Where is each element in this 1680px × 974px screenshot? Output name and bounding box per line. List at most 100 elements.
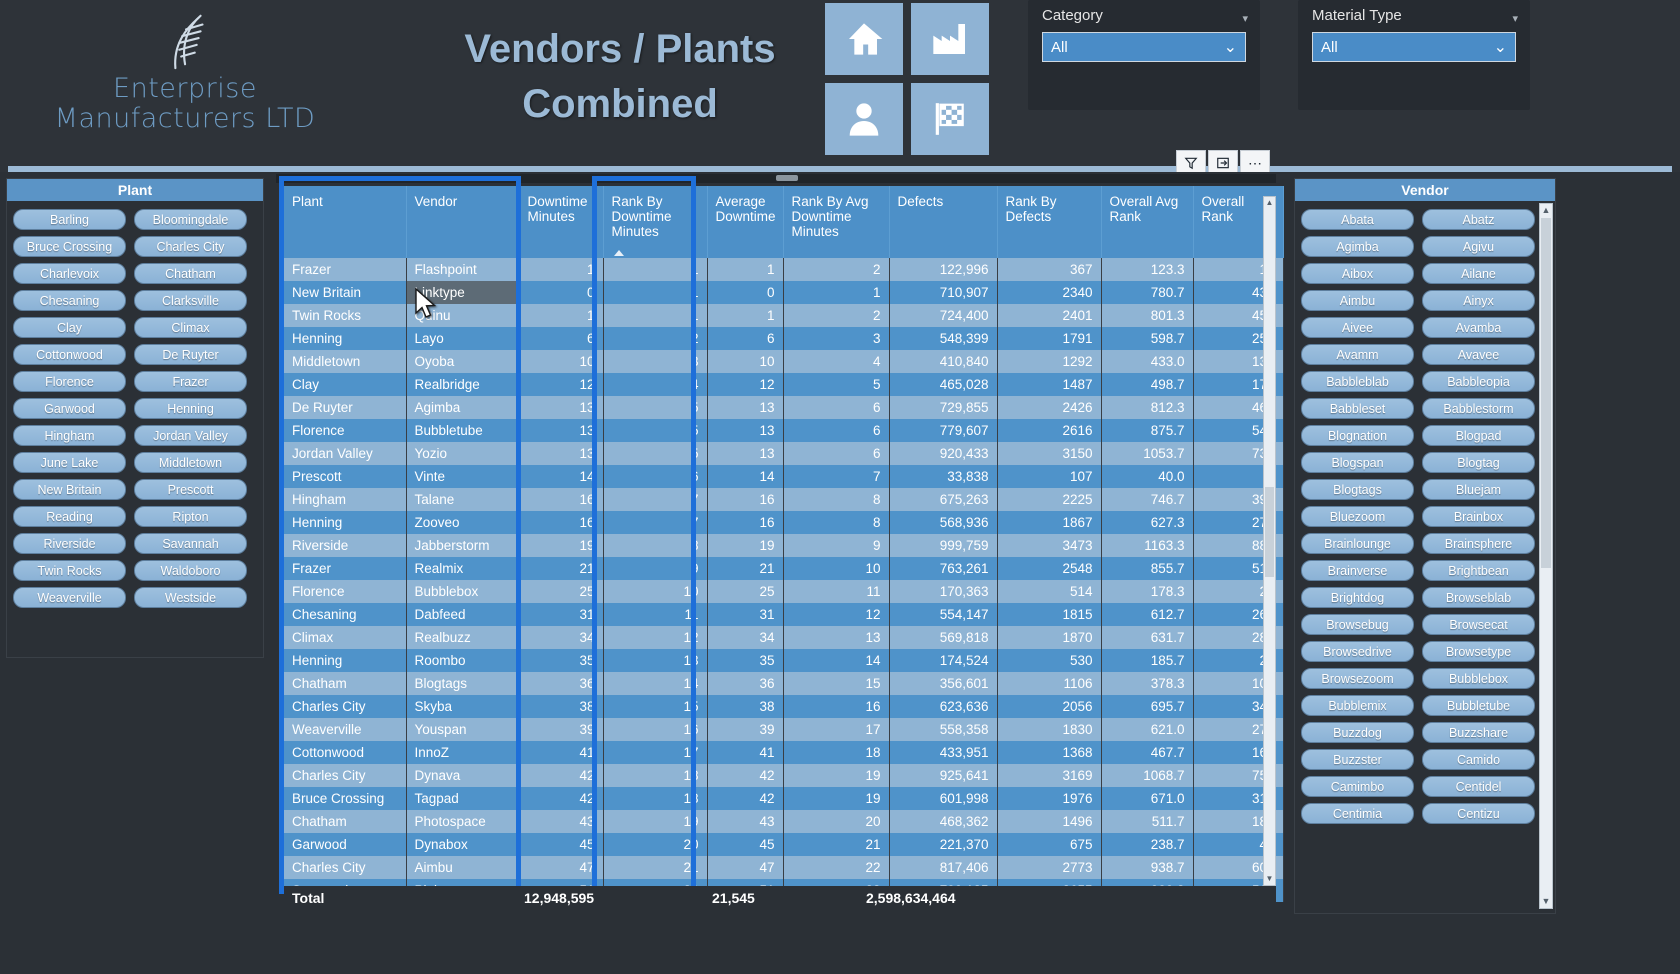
plant-chip[interactable]: Henning [134, 398, 247, 419]
vendor-chip[interactable]: Bluejam [1422, 479, 1535, 500]
table-column-header[interactable]: Rank By Defects [997, 186, 1102, 258]
plant-chip[interactable]: Twin Rocks [13, 560, 126, 581]
vendor-chip[interactable]: Camimbo [1301, 776, 1414, 797]
vendor-chip[interactable]: Bubbletube [1422, 695, 1535, 716]
plant-chip[interactable]: Charlevoix [13, 263, 126, 284]
table-row[interactable]: Charles City Aimbu 47 21 47 22 817,406 2773 938.… [284, 856, 1284, 879]
table-row[interactable]: GarwoodDynabox45204521221,370675238.742 [284, 833, 1284, 856]
table-column-header[interactable]: Rank By Avg Downtime Minutes [783, 186, 890, 258]
vendor-chip[interactable]: Agimba [1301, 236, 1414, 257]
vendor-chip[interactable]: Blogspan [1301, 452, 1414, 473]
vendor-chip[interactable]: Agivu [1422, 236, 1535, 257]
nav-vendors-button[interactable] [824, 82, 904, 156]
table-row[interactable]: ClimaxRealbuzz34123413569,8181870631.728… [284, 626, 1284, 649]
vendor-chip[interactable]: Bubblemix [1301, 695, 1414, 716]
vendor-chip[interactable]: Aibox [1301, 263, 1414, 284]
vendor-chip[interactable]: Centimia [1301, 803, 1414, 824]
vendor-chip[interactable]: Ainyx [1422, 290, 1535, 311]
plant-chip[interactable]: June Lake [13, 452, 126, 473]
category-filter-dropdown[interactable]: All ⌄ [1042, 32, 1246, 62]
vendor-chip[interactable]: Buzzshare [1422, 722, 1535, 743]
vendor-chip[interactable]: Blogtags [1301, 479, 1414, 500]
vendor-chip[interactable]: Avamba [1422, 317, 1535, 338]
plant-chip[interactable]: Jordan Valley [134, 425, 247, 446]
chevron-down-icon[interactable]: ▾ [1242, 12, 1248, 25]
chevron-down-icon[interactable]: ▾ [1512, 12, 1518, 25]
vendor-chip[interactable]: Blognation [1301, 425, 1414, 446]
table-row[interactable]: FrazerFlashpoint1112122,996367123.310 [284, 258, 1284, 281]
table-row[interactable]: Weaverville Youspan 39 16 39 17 558,358 1830 621… [284, 718, 1284, 741]
nav-plants-button[interactable] [910, 2, 990, 76]
vendor-chip[interactable]: Brightdog [1301, 587, 1414, 608]
table-row[interactable]: New BritainLinktype0101710,9072340780.74… [284, 281, 1284, 304]
nav-performance-button[interactable] [910, 82, 990, 156]
plant-chip[interactable]: Bloomingdale [134, 209, 247, 230]
table-row[interactable]: HenningLayo6263548,3991791598.7254 [284, 327, 1284, 350]
table-row[interactable]: PrescottVinte14614733,83810740.02 [284, 465, 1284, 488]
material-type-filter-dropdown[interactable]: All ⌄ [1312, 32, 1516, 62]
vendor-chip[interactable]: Brainsphere [1422, 533, 1535, 554]
plant-chip[interactable]: Chesaning [13, 290, 126, 311]
vendor-chip[interactable]: Browsebug [1301, 614, 1414, 635]
plant-chip[interactable]: Riverside [13, 533, 126, 554]
vendor-chip[interactable]: Browseblab [1422, 587, 1535, 608]
vendor-chip[interactable]: Avamm [1301, 344, 1414, 365]
table-row[interactable]: Charles City Skyba 38 15 38 16 623,636 2056 695.… [284, 695, 1284, 718]
plant-chip[interactable]: New Britain [13, 479, 126, 500]
table-column-header[interactable]: Rank By Downtime Minutes [603, 186, 708, 258]
vendor-chip[interactable]: Bluezoom [1301, 506, 1414, 527]
plant-chip[interactable]: Garwood [13, 398, 126, 419]
plant-chip[interactable]: Florence [13, 371, 126, 392]
scrollbar-thumb[interactable] [1541, 218, 1551, 568]
table-row[interactable]: Twin RocksQuinu1112724,4002401801.3456 [284, 304, 1284, 327]
vendor-chip[interactable]: Browsedrive [1301, 641, 1414, 662]
table-row[interactable]: Florence Bubbletube 13 5 13 6 779,607 2616 875.7… [284, 419, 1284, 442]
vendor-chip[interactable]: Babbleopia [1422, 371, 1535, 392]
vendor-chip[interactable]: Buzzster [1301, 749, 1414, 770]
vendor-chip[interactable]: Aivee [1301, 317, 1414, 338]
plant-chip[interactable]: Frazer [134, 371, 247, 392]
table-row[interactable]: HenningRoombo35133514174,524530185.725 [284, 649, 1284, 672]
vendor-chip[interactable]: Ailane [1422, 263, 1535, 284]
vendor-chip[interactable]: Brainlounge [1301, 533, 1414, 554]
table-row[interactable]: ChathamBlogtags36143615356,6011106378.31… [284, 672, 1284, 695]
table-row[interactable]: Bruce Crossing Tagpad 42 18 42 19 601,998 1976 6… [284, 787, 1284, 810]
plant-chip[interactable]: Charles City [134, 236, 247, 257]
vendor-chip[interactable]: Browsetype [1422, 641, 1535, 662]
plant-chip[interactable]: Cottonwood [13, 344, 126, 365]
scroll-down-icon[interactable]: ▼ [1540, 895, 1552, 908]
plant-chip[interactable]: De Ruyter [134, 344, 247, 365]
vendor-chip[interactable]: Centizu [1422, 803, 1535, 824]
scrollbar-thumb[interactable] [1265, 487, 1274, 577]
table-row[interactable]: De RuyterAgimba135136729,8552426812.3468 [284, 396, 1284, 419]
table-row[interactable]: Riverside Jabberstorm 19 8 19 9 999,759 3473 116… [284, 534, 1284, 557]
table-row[interactable]: CottonwoodInnoZ41174118433,9511368467.71… [284, 741, 1284, 764]
vendor-chip[interactable]: Brightbean [1422, 560, 1535, 581]
vendor-chip[interactable]: Brainbox [1422, 506, 1535, 527]
plant-chip[interactable]: Prescott [134, 479, 247, 500]
vendor-chip[interactable]: Browsecat [1422, 614, 1535, 635]
scroll-up-icon[interactable]: ▲ [1264, 197, 1275, 209]
vendor-chip[interactable]: Camido [1422, 749, 1535, 770]
plant-chip[interactable]: Clarksville [134, 290, 247, 311]
table-row[interactable]: Florence Bubblebox 25 10 25 11 170,363 514 178.3… [284, 580, 1284, 603]
table-column-header[interactable]: Plant [284, 186, 407, 258]
plant-chip[interactable]: Bruce Crossing [13, 236, 126, 257]
vendor-chip[interactable]: Babblestorm [1422, 398, 1535, 419]
plant-chip[interactable]: Ripton [134, 506, 247, 527]
vendor-chip[interactable]: Babbleset [1301, 398, 1414, 419]
plant-chip[interactable]: Weaverville [13, 587, 126, 608]
scroll-up-icon[interactable]: ▲ [1540, 204, 1552, 217]
scroll-down-icon[interactable]: ▼ [1264, 873, 1275, 885]
scrollbar-thumb[interactable] [776, 175, 798, 181]
vendor-chip[interactable]: Blogpad [1422, 425, 1535, 446]
vendor-chip[interactable]: Brainverse [1301, 560, 1414, 581]
plant-chip[interactable]: Hingham [13, 425, 126, 446]
table-column-header[interactable]: Defects [889, 186, 998, 258]
vendor-chip[interactable]: Abatz [1422, 209, 1535, 230]
table-row[interactable]: ClayRealbridge124125465,0281487498.7175 [284, 373, 1284, 396]
table-row[interactable]: Chatham Photospace 43 19 43 20 468,362 1496 511.… [284, 810, 1284, 833]
table-column-header[interactable]: Vendor [406, 186, 520, 258]
plant-chip[interactable]: Reading [13, 506, 126, 527]
table-row[interactable]: MiddletownOyoba103104410,8401292433.0138 [284, 350, 1284, 373]
